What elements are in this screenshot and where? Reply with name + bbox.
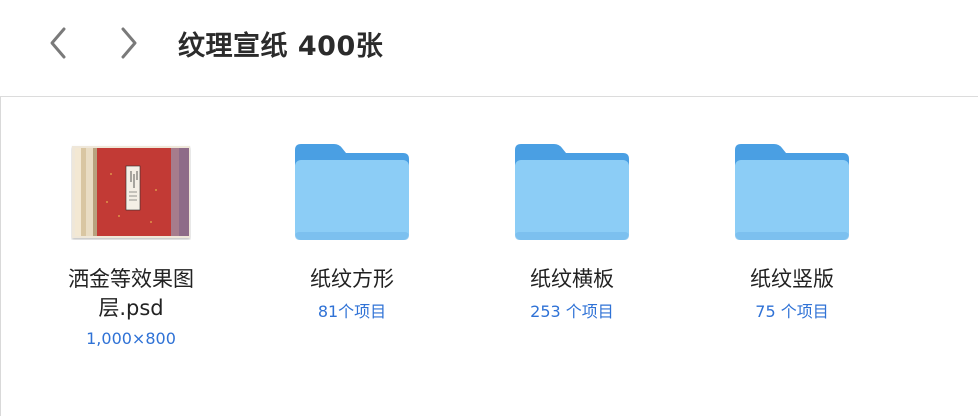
folder-name: 纸纹方形 bbox=[310, 267, 394, 291]
file-name: 洒金等效果图 层.psd bbox=[31, 265, 231, 323]
forward-button[interactable] bbox=[111, 25, 147, 61]
folder-item-square[interactable]: 纸纹方形 81个项目 bbox=[252, 97, 452, 337]
chevron-left-icon bbox=[50, 27, 66, 59]
folder-item-count: 75 个项目 bbox=[755, 302, 829, 321]
file-dimensions: 1,000×800 bbox=[86, 329, 176, 348]
folder-item-count: 81个项目 bbox=[317, 302, 387, 321]
folder-icon bbox=[515, 144, 629, 240]
folder-item-landscape[interactable]: 纸纹横板 253 个项目 bbox=[472, 97, 672, 337]
back-button[interactable] bbox=[40, 25, 76, 61]
toolbar: 纹理宣纸 400张 bbox=[0, 0, 978, 97]
folder-thumb bbox=[252, 137, 452, 247]
file-name-line2: 层.psd bbox=[98, 296, 164, 320]
folder-thumb bbox=[472, 137, 672, 247]
folder-name: 纸纹竖版 bbox=[750, 267, 834, 291]
psd-thumbnail bbox=[31, 137, 231, 247]
folder-thumb bbox=[692, 137, 892, 247]
folder-icon bbox=[295, 144, 409, 240]
file-item-psd[interactable]: 洒金等效果图 层.psd 1,000×800 bbox=[31, 97, 231, 367]
folder-icon bbox=[735, 144, 849, 240]
folder-name: 纸纹横板 bbox=[530, 267, 614, 291]
folder-item-count: 253 个项目 bbox=[530, 302, 614, 321]
folder-title: 纹理宣纸 400张 bbox=[178, 31, 384, 62]
file-name-line1: 洒金等效果图 bbox=[68, 267, 194, 291]
file-grid: 洒金等效果图 层.psd 1,000×800 纸纹方形 81个项目 纸纹横板 2… bbox=[0, 97, 978, 416]
chevron-right-icon bbox=[121, 27, 137, 59]
folder-item-portrait[interactable]: 纸纹竖版 75 个项目 bbox=[692, 97, 892, 337]
file-browser-window: 纹理宣纸 400张 洒金等效果图 层.psd 1,000×800 纸纹方形 81… bbox=[0, 0, 978, 416]
image-thumbnail-icon bbox=[72, 146, 190, 238]
